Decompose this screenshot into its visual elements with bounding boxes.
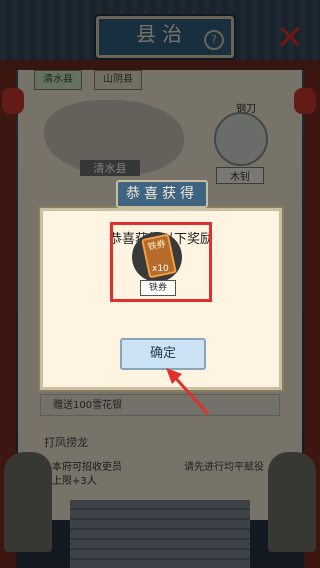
popup-ribbon: 恭喜获得 — [116, 180, 208, 208]
reward-count: x10 — [152, 264, 169, 274]
reward-name: 铁券 — [140, 280, 176, 296]
confirm-button[interactable]: 确定 — [120, 338, 206, 370]
pointer-arrow-icon — [166, 368, 210, 416]
